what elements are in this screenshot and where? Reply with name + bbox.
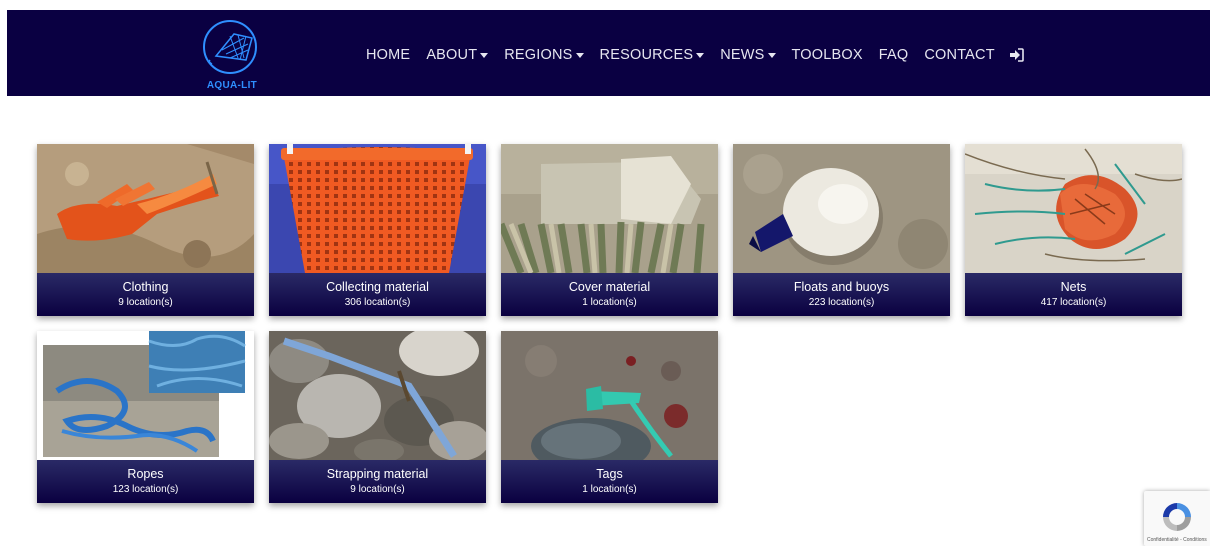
collecting-material-image <box>269 144 486 273</box>
caret-down-icon <box>480 53 489 58</box>
fish-net-logo-icon <box>203 20 257 74</box>
category-count: 223 location(s) <box>808 297 875 308</box>
nav-regions[interactable]: REGIONS <box>504 47 584 63</box>
category-title: Tags <box>596 467 623 481</box>
caret-down-icon <box>575 53 584 58</box>
nav-home-label: HOME <box>366 47 411 63</box>
category-caption: Floats and buoys 223 location(s) <box>733 273 950 316</box>
nav-about-label: ABOUT <box>426 47 478 63</box>
category-title: Collecting material <box>326 280 429 294</box>
nets-image <box>965 144 1182 273</box>
category-count: 1 location(s) <box>582 297 637 308</box>
nav-about[interactable]: ABOUT <box>426 47 489 63</box>
category-title: Floats and buoys <box>793 280 890 294</box>
nav-resources[interactable]: RESOURCES <box>600 47 705 63</box>
category-card-floats-and-buoys[interactable]: Floats and buoys 223 location(s) <box>733 144 950 316</box>
logo-text: AQUA-LIT <box>206 80 258 91</box>
category-count: 123 location(s) <box>112 484 179 495</box>
category-caption: Nets 417 location(s) <box>965 273 1182 316</box>
category-card-collecting-material[interactable]: Collecting material 306 location(s) <box>269 144 486 316</box>
category-card-ropes[interactable]: Ropes 123 location(s) <box>37 331 254 503</box>
nav-toolbox-label: TOOLBOX <box>791 47 863 63</box>
category-title: Clothing <box>122 280 169 294</box>
category-title: Nets <box>1060 280 1087 294</box>
top-navbar: AQUA-LIT HOME ABOUT REGIONS RESOURCES NE… <box>7 10 1210 96</box>
nav-faq[interactable]: FAQ <box>879 47 909 63</box>
category-caption: Collecting material 306 location(s) <box>269 273 486 316</box>
category-title: Strapping material <box>326 467 429 481</box>
nav-faq-label: FAQ <box>878 47 909 63</box>
category-count: 9 location(s) <box>118 297 173 308</box>
category-title: Ropes <box>127 467 164 481</box>
nav-home[interactable]: HOME <box>366 47 410 63</box>
caret-down-icon <box>767 53 776 58</box>
nav-contact[interactable]: CONTACT <box>924 47 994 63</box>
category-caption: Tags 1 location(s) <box>501 460 718 503</box>
nav-news-label: NEWS <box>720 47 765 63</box>
recaptcha-footer[interactable]: Confidentialité - Conditions <box>1147 537 1209 543</box>
nav-news[interactable]: NEWS <box>720 47 776 63</box>
category-caption: Clothing 9 location(s) <box>37 273 254 316</box>
category-caption: Cover material 1 location(s) <box>501 273 718 316</box>
recaptcha-badge[interactable]: Confidentialité - Conditions <box>1144 491 1210 546</box>
main-menu: HOME ABOUT REGIONS RESOURCES NEWS TOOLBO… <box>366 44 1040 66</box>
tags-image <box>501 331 718 460</box>
clothing-image <box>37 144 254 273</box>
category-count: 1 location(s) <box>582 484 637 495</box>
category-card-cover-material[interactable]: Cover material 1 location(s) <box>501 144 718 316</box>
category-card-clothing[interactable]: Clothing 9 location(s) <box>37 144 254 316</box>
nav-contact-label: CONTACT <box>924 47 995 63</box>
category-count: 417 location(s) <box>1040 297 1107 308</box>
strapping-material-image <box>269 331 486 460</box>
recaptcha-icon <box>1163 503 1191 531</box>
category-caption: Strapping material 9 location(s) <box>269 460 486 503</box>
category-card-tags[interactable]: Tags 1 location(s) <box>501 331 718 503</box>
nav-resources-label: RESOURCES <box>599 47 694 63</box>
ropes-image <box>37 331 254 460</box>
floats-and-buoys-image <box>733 144 950 273</box>
nav-regions-label: REGIONS <box>504 47 573 63</box>
category-title: Cover material <box>568 280 651 294</box>
sign-in-icon[interactable] <box>1009 48 1024 62</box>
caret-down-icon <box>696 53 705 58</box>
category-count: 9 location(s) <box>350 484 405 495</box>
category-card-strapping-material[interactable]: Strapping material 9 location(s) <box>269 331 486 503</box>
category-count: 306 location(s) <box>344 297 411 308</box>
cover-material-image <box>501 144 718 273</box>
nav-toolbox[interactable]: TOOLBOX <box>792 47 863 63</box>
category-caption: Ropes 123 location(s) <box>37 460 254 503</box>
aqua-lit-logo[interactable]: AQUA-LIT <box>200 16 264 94</box>
category-card-nets[interactable]: Nets 417 location(s) <box>965 144 1182 316</box>
